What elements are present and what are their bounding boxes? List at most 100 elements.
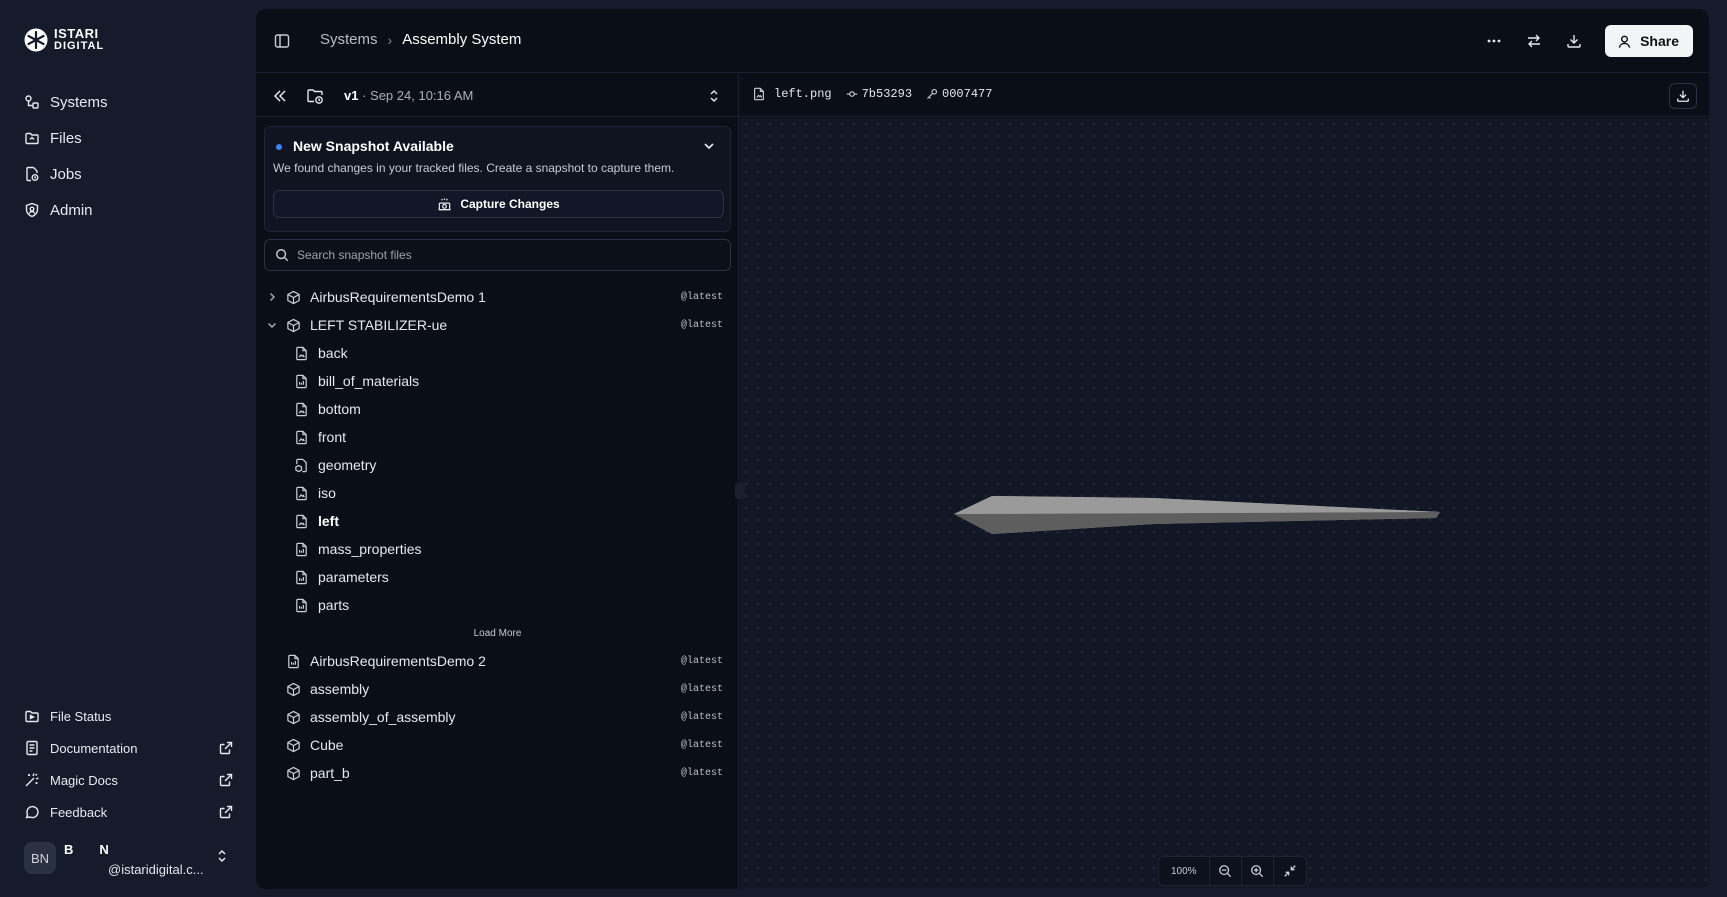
folder-clock-icon[interactable] — [306, 87, 324, 105]
nav-item-label: Files — [50, 129, 82, 147]
user-menu[interactable]: BN B N @istaridigital.c... — [24, 840, 234, 877]
breadcrumb-separator: › — [387, 31, 393, 48]
data-file-icon — [296, 570, 307, 584]
tree-row-label: geometry — [318, 457, 377, 473]
preview-filename: left.png — [774, 87, 832, 101]
breadcrumb-systems[interactable]: Systems — [320, 31, 378, 48]
chevrons-left-icon[interactable] — [272, 88, 288, 104]
fit-to-screen-button[interactable] — [1274, 857, 1306, 885]
tree-row-label: iso — [318, 485, 336, 501]
jobs-icon — [26, 166, 39, 182]
tree-row-label: Cube — [310, 737, 344, 753]
tree-row-airbus-demo-2[interactable]: AirbusRequirementsDemo 2 @latest — [256, 647, 739, 675]
snapshot-version-select[interactable]: v1 · Sep 24, 10:16 AM — [344, 88, 473, 103]
nav-item-feedback[interactable]: Feedback — [24, 796, 234, 828]
preview-header: left.png 7b53293 0007477 — [740, 74, 1709, 117]
brand-logo[interactable]: ISTARI DIGITAL — [24, 26, 104, 52]
tree-row-part-b[interactable]: part_b @latest — [256, 759, 739, 787]
top-bar: Systems › Assembly System Share — [256, 9, 1709, 73]
search-box — [264, 239, 731, 271]
chevron-up-down-icon[interactable] — [707, 88, 721, 104]
data-file-icon — [296, 374, 307, 388]
snapshot-bar: v1 · Sep 24, 10:16 AM — [256, 74, 739, 117]
tree-row-label: AirbusRequirementsDemo 2 — [310, 653, 486, 669]
tree-row-cube[interactable]: Cube @latest — [256, 731, 739, 759]
tree-row-parts[interactable]: parts — [256, 591, 739, 619]
main-nav: Systems Files Jobs Admin — [24, 84, 244, 228]
zoom-in-button[interactable] — [1242, 857, 1274, 885]
sidebar-toggle-icon[interactable] — [274, 33, 290, 49]
nav-item-files[interactable]: Files — [24, 120, 244, 156]
notice-title: New Snapshot Available — [293, 138, 454, 154]
main-panel: Systems › Assembly System Share v1 · Sep… — [256, 9, 1709, 889]
tree-row-label: part_b — [310, 765, 350, 781]
cube-icon — [287, 738, 300, 752]
geometry-file-icon — [295, 458, 307, 472]
panel-resize-handle[interactable] — [735, 483, 745, 499]
tree-row-left-stabilizer[interactable]: LEFT STABILIZER-ue @latest — [256, 311, 739, 339]
file-key: 0007477 — [942, 87, 993, 101]
image-file-icon — [296, 514, 307, 528]
capture-changes-label: Capture Changes — [460, 197, 560, 211]
user-first-initial: B — [64, 842, 74, 857]
nav-item-file-status[interactable]: File Status — [24, 700, 234, 732]
file-status-icon — [25, 710, 39, 723]
chevron-right-icon[interactable] — [266, 291, 278, 303]
sidebar: ISTARI DIGITAL Systems Files Jobs Admin — [0, 0, 256, 897]
cube-icon — [287, 290, 300, 304]
zoom-in-icon — [1251, 865, 1264, 878]
chevron-down-icon[interactable] — [266, 319, 278, 331]
nav-item-admin[interactable]: Admin — [24, 192, 244, 228]
tree-row-back[interactable]: back — [256, 339, 739, 367]
brand-name-line1: ISTARI — [54, 26, 99, 41]
zoom-out-icon — [1219, 865, 1232, 878]
nav-item-magic-docs[interactable]: Magic Docs — [24, 764, 234, 796]
image-file-icon — [296, 402, 307, 416]
download-button[interactable] — [1565, 32, 1583, 50]
cube-icon — [287, 318, 300, 332]
nav-item-jobs[interactable]: Jobs — [24, 156, 244, 192]
tree-row-bill-of-materials[interactable]: bill_of_materials — [256, 367, 739, 395]
tree-row-bottom[interactable]: bottom — [256, 395, 739, 423]
image-canvas[interactable]: 100% — [735, 118, 1709, 889]
nav-item-documentation[interactable]: Documentation — [24, 732, 234, 764]
tree-row-geometry[interactable]: geometry — [256, 451, 739, 479]
version-tag: @latest — [680, 655, 723, 667]
camera-icon — [438, 197, 451, 210]
tree-row-assembly-of-assembly[interactable]: assembly_of_assembly @latest — [256, 703, 739, 731]
capture-changes-button[interactable]: Capture Changes — [273, 190, 724, 218]
new-snapshot-notice: New Snapshot Available We found changes … — [264, 126, 731, 232]
preview-download-button[interactable] — [1669, 83, 1697, 109]
zoom-controls: 100% — [1158, 856, 1307, 886]
zoom-out-button[interactable] — [1210, 857, 1242, 885]
tree-row-mass-properties[interactable]: mass_properties — [256, 535, 739, 563]
tree-row-airbus-demo-1[interactable]: AirbusRequirementsDemo 1 @latest — [256, 283, 739, 311]
download-icon — [1567, 35, 1581, 48]
tree-row-label: LEFT STABILIZER-ue — [310, 317, 448, 333]
tree-row-parameters[interactable]: parameters — [256, 563, 739, 591]
snapshot-date: · Sep 24, 10:16 AM — [362, 88, 474, 103]
version-tag: @latest — [680, 767, 723, 779]
nav-item-label: File Status — [50, 708, 112, 724]
tree-row-iso[interactable]: iso — [256, 479, 739, 507]
search-input[interactable] — [297, 248, 697, 262]
app-window: ISTARI DIGITAL Systems Files Jobs Admin — [0, 0, 1727, 897]
external-link-icon — [219, 773, 233, 787]
admin-icon — [25, 202, 39, 218]
tree-row-label: assembly — [310, 681, 370, 697]
load-more-button[interactable]: Load More — [256, 619, 739, 647]
version-tag: @latest — [680, 683, 723, 695]
compare-button[interactable] — [1525, 32, 1543, 50]
download-icon — [1677, 90, 1689, 102]
share-button[interactable]: Share — [1605, 25, 1693, 57]
secondary-nav: File Status Documentation Magic Docs Fee… — [24, 700, 234, 828]
tree-row-label: bill_of_materials — [318, 373, 420, 389]
tree-row-front[interactable]: front — [256, 423, 739, 451]
tree-row-left[interactable]: left — [256, 507, 739, 535]
chevron-down-icon[interactable] — [702, 139, 716, 153]
tree-row-assembly[interactable]: assembly @latest — [256, 675, 739, 703]
nav-item-systems[interactable]: Systems — [24, 84, 244, 120]
more-options-button[interactable] — [1485, 32, 1503, 50]
chat-bubble-icon — [25, 805, 39, 819]
nav-item-label: Documentation — [50, 740, 138, 756]
